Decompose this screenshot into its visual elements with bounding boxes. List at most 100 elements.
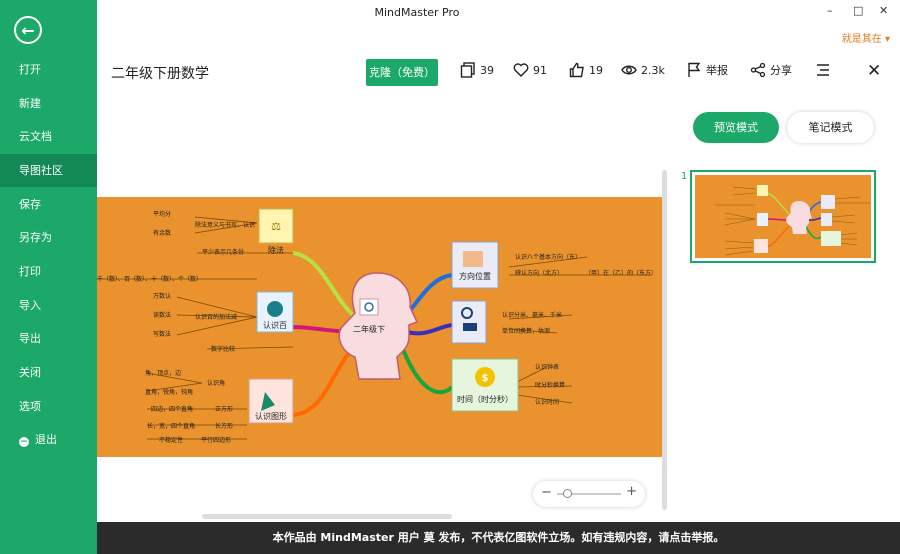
preview-mode-button[interactable]: 预览模式 [693,112,779,143]
thumbs-up-icon [569,62,584,78]
svg-text:平均分: 平均分 [153,210,171,218]
window-close-button[interactable]: ✕ [879,4,888,17]
sidebar-item-import[interactable]: 导入 [0,289,97,322]
sidebar-item-save[interactable]: 保存 [0,188,97,221]
app-window: ← 打开 新建 云文档 导图社区 保存 另存为 打印 导入 导出 关闭 选项 −… [0,0,900,554]
share-button[interactable]: 分享 [750,62,792,78]
sidebar-item-open[interactable]: 打开 [0,53,97,86]
svg-text:四边，四个直角: 四边，四个直角 [151,405,193,413]
branch-node-time[interactable]: 时间（时分秒） [457,394,513,404]
svg-text:（甲）在（乙）的（东方）: （甲）在（乙）的（东方） [585,269,657,277]
preview-panel: 预览模式 笔记模式 1 [672,98,900,522]
back-arrow-icon: ← [21,20,35,40]
branch-line [292,251,357,319]
zoom-in-button[interactable]: + [626,484,637,499]
app-title: MindMaster Pro [374,6,460,19]
minimize-button[interactable]: – [827,4,833,17]
svg-text:认识钟表: 认识钟表 [535,363,559,371]
root-label: 二年级下 [353,324,385,334]
page-thumbnail[interactable] [690,170,876,263]
svg-text:认识角: 认识角 [207,379,225,387]
document-header: 二年级下册数学 克隆（免费） 39 91 19 2.3k 举报 分享 ✕ [97,48,900,98]
branch-line [406,323,453,336]
copy-icon [460,62,475,78]
branch-icon-box [451,300,487,344]
branch-node-shapes[interactable]: 认识图形 [255,411,287,421]
eye-icon [621,65,637,75]
magnifier-icon [359,298,379,316]
branch-line [405,273,453,317]
account-menu[interactable]: 就是其在 ▾ [842,30,890,45]
horizontal-scrollbar[interactable] [202,514,452,519]
copies-count: 39 [480,63,494,77]
svg-text:千（数）、百（数）、十（数）、个（数）: 千（数）、百（数）、十（数）、个（数） [97,275,202,283]
sidebar-item-community[interactable]: 导图社区 [0,154,97,187]
title-bar: MindMaster Pro – □ ✕ [97,0,900,28]
svg-text:⚖: ⚖ [271,220,281,233]
clone-button[interactable]: 克隆（免费） [366,59,438,86]
likes-count: 91 [533,63,547,77]
share-icon [750,62,766,78]
sidebar-item-save-as[interactable]: 另存为 [0,221,97,254]
mindmap-canvas[interactable]: ⚖ 除法 认识百 认识图形 平均分 有余数 除法意义与书写、认识 平少表示几条份… [97,98,664,522]
branch-line [400,346,454,395]
svg-text:写数法: 写数法 [153,330,171,338]
maximize-button[interactable]: □ [853,4,863,17]
sidebar-item-cloud[interactable]: 云文档 [0,120,97,153]
close-document-button[interactable]: ✕ [867,61,881,81]
svg-text:$: $ [482,373,489,384]
heart-icon [513,63,529,77]
zoom-slider-handle[interactable] [563,489,572,498]
thumbnail-image [695,175,871,258]
back-button[interactable]: ← [14,16,42,44]
svg-text:认识时间: 认识时间 [535,398,559,406]
document-title: 二年级下册数学 [111,66,209,82]
branch-node-hundreds[interactable]: 认识百 [263,320,287,330]
views-stat: 2.3k [621,62,665,78]
svg-text:认识八个基本方向（东）: 认识八个基本方向（东） [515,253,581,261]
sidebar-item-close[interactable]: 关闭 [0,356,97,389]
sidebar-item-export[interactable]: 导出 [0,322,97,355]
flag-icon [688,62,701,77]
svg-text:万数认: 万数认 [153,292,171,300]
branch-line [292,345,357,417]
menu-icon [817,64,829,76]
sidebar-item-exit[interactable]: − 退出 [0,423,97,456]
sidebar: ← 打开 新建 云文档 导图社区 保存 另存为 打印 导入 导出 关闭 选项 −… [0,0,97,554]
svg-text:除法意义与书写、认识: 除法意义与书写、认识 [195,221,255,229]
report-button[interactable]: 举报 [686,62,728,78]
zoom-out-button[interactable]: − [541,485,552,500]
svg-text:认识百的加法减: 认识百的加法减 [195,313,237,321]
footer-notice[interactable]: 本作品由 MindMaster 用户 莫 发布，不代表亿图软件立场。如有违规内容… [97,522,900,554]
zoom-control: − + [533,481,645,507]
exit-label: 退出 [35,433,57,446]
likes-stat[interactable]: 91 [513,62,547,78]
svg-text:长方形: 长方形 [215,422,233,430]
sidebar-item-options[interactable]: 选项 [0,390,97,423]
menu-button[interactable] [815,62,831,78]
svg-text:不稳定性: 不稳定性 [159,436,183,444]
branch-node-direction[interactable]: 方向位置 [459,271,491,281]
sidebar-item-print[interactable]: 打印 [0,255,97,288]
copies-stat[interactable]: 39 [460,62,494,78]
sidebar-item-new[interactable]: 新建 [0,87,97,120]
svg-text:时分秒换算: 时分秒换算 [535,381,565,389]
svg-text:平少表示几条份: 平少表示几条份 [202,248,244,256]
svg-text:有余数: 有余数 [153,229,171,237]
exit-icon: − [19,437,29,447]
svg-text:数字比较: 数字比较 [211,345,235,353]
close-icon: ✕ [867,61,882,81]
svg-text:单位间换算，估测: 单位间换算，估测 [502,327,550,335]
svg-text:正方形: 正方形 [215,405,233,413]
thumbs-stat[interactable]: 19 [569,62,603,78]
page-number: 1 [681,171,688,182]
branch-node-division[interactable]: 除法 [268,245,284,255]
vertical-scrollbar[interactable] [662,170,667,510]
svg-text:平行四边形: 平行四边形 [201,436,231,444]
svg-text:读数法: 读数法 [153,311,171,319]
svg-text:角，顶点，边: 角，顶点，边 [145,369,181,377]
notes-mode-button[interactable]: 笔记模式 [787,112,874,143]
svg-text:直角，锐角，钝角: 直角，锐角，钝角 [145,388,193,396]
share-label: 分享 [770,64,792,77]
svg-text:长，宽，四个直角: 长，宽，四个直角 [147,422,195,430]
